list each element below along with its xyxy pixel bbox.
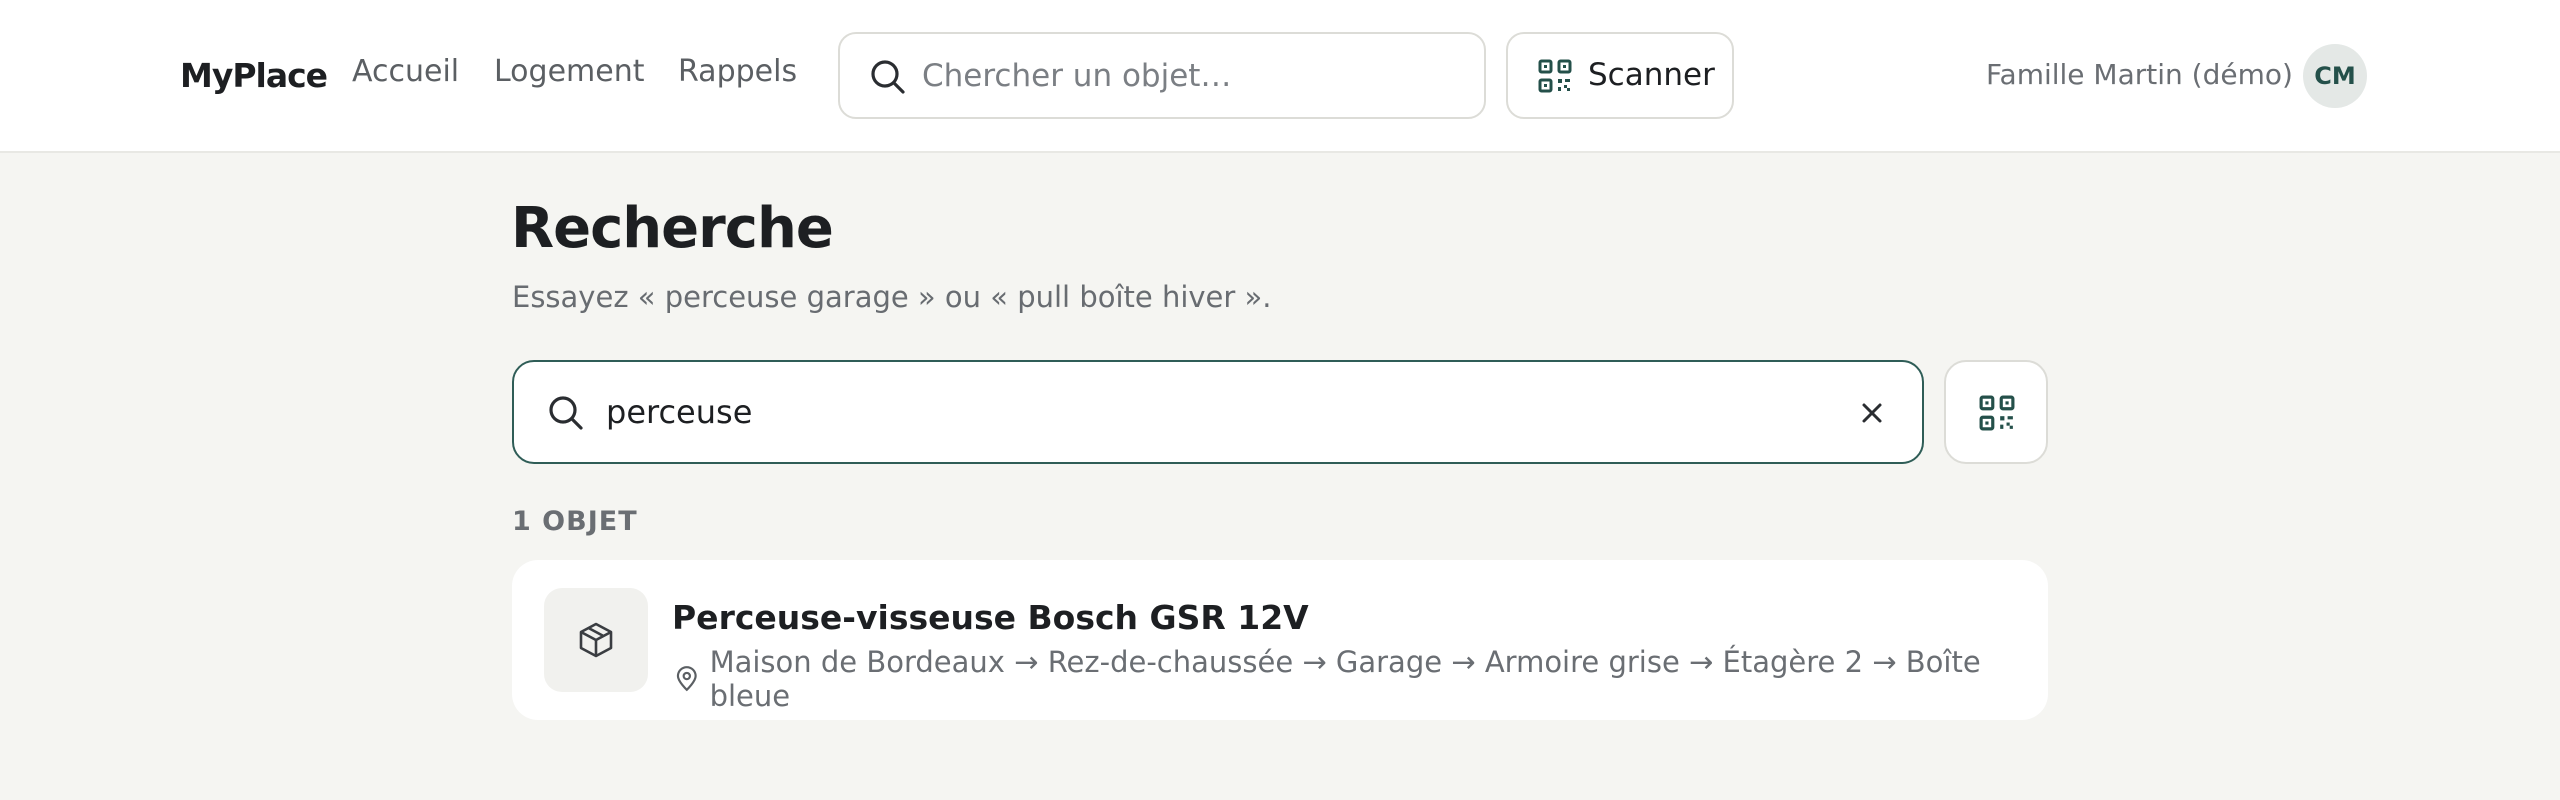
result-location-path: Maison de Bordeaux → Rez-de-chaussée → G… <box>709 645 1981 713</box>
qr-code-icon <box>1538 59 1572 93</box>
page-subtitle: Essayez « perceuse garage » ou « pull bo… <box>512 280 1272 314</box>
brand-logo[interactable]: MyPlace <box>180 56 328 95</box>
result-location: Maison de Bordeaux → Rez-de-chaussée → G… <box>672 645 2048 713</box>
box-icon <box>579 622 613 658</box>
header-search <box>838 32 1486 119</box>
result-count: 1 OBJET <box>512 506 638 537</box>
result-title: Perceuse-visseuse Bosch GSR 12V <box>672 598 1309 637</box>
avatar[interactable]: CM <box>2303 44 2367 108</box>
search-icon <box>871 60 905 94</box>
result-thumbnail <box>544 588 648 692</box>
page-title: Recherche <box>511 196 834 261</box>
nav-link-logement[interactable]: Logement <box>494 54 645 89</box>
close-icon[interactable] <box>1852 393 1892 433</box>
top-bar: MyPlace Accueil Logement Rappels Cherche… <box>0 0 2560 153</box>
search-icon <box>549 396 583 430</box>
main-search-input[interactable] <box>606 382 1806 442</box>
location-pin-icon <box>676 666 697 692</box>
nav-link-accueil[interactable]: Accueil <box>352 54 459 89</box>
qr-code-icon <box>1979 395 2015 431</box>
nav-link-rappels[interactable]: Rappels <box>678 54 797 89</box>
scan-button[interactable]: Scanner <box>1506 32 1734 119</box>
qr-scan-button[interactable] <box>1944 360 2048 464</box>
main-search <box>512 360 1924 464</box>
header-search-input[interactable] <box>922 46 1462 106</box>
scan-button-label: Scanner <box>1588 57 1715 93</box>
user-name: Famille Martin (démo) <box>1986 58 2293 91</box>
result-card[interactable]: Perceuse-visseuse Bosch GSR 12V Maison d… <box>512 560 2048 720</box>
